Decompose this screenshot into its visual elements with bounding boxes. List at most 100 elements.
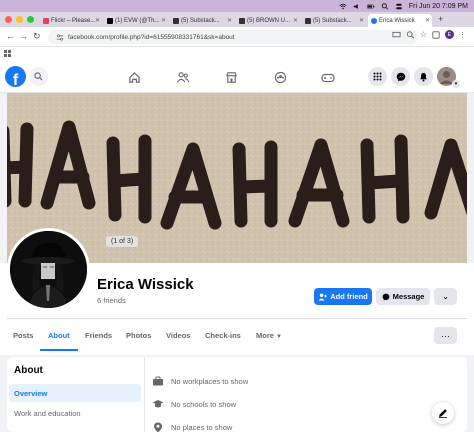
search-spotlight-icon[interactable] [381,2,389,10]
profile-picture[interactable] [7,228,90,311]
browser-tab[interactable]: (1) EVW (@Th... ✕ [104,14,168,27]
x-icon [107,17,113,24]
about-sidebar: About Overview Work and education [7,357,145,432]
close-tab-icon[interactable]: ✕ [161,17,166,24]
flickr-icon [43,17,49,24]
zoom-icon[interactable] [406,30,415,39]
back-arrow-icon[interactable]: ← [6,31,15,41]
close-tab-icon[interactable]: ✕ [293,17,298,24]
friends-count-link[interactable]: 6 friends [97,296,126,305]
marketplace-nav-icon[interactable] [223,69,239,85]
substack-icon [305,17,311,24]
tab-friends[interactable]: Friends [85,331,112,340]
profile-name: Erica Wissick [97,276,194,293]
url-text[interactable]: facebook.com/profile.php?id=615559083317… [68,34,235,41]
facebook-header: f ▾ [0,61,474,93]
edit-pencil-icon [439,409,447,418]
home-nav-icon[interactable] [126,69,142,85]
browser-tab-active[interactable]: Erica Wissick ✕ [368,14,432,27]
browser-tab-strip: Flickr – Please... ✕ (1) EVW (@Th... ✕ (5)… [0,12,474,27]
account-menu-chevron-icon[interactable]: ▾ [452,80,460,88]
groups-nav-icon[interactable] [272,69,288,85]
notifications-button[interactable] [414,67,433,86]
browser-tab[interactable]: Flickr – Please... ✕ [40,14,102,27]
profile-options-button[interactable]: ⌄ [434,288,457,305]
apps-grid-icon[interactable] [4,50,11,57]
header-divider [7,318,467,319]
address-bar[interactable]: facebook.com/profile.php?id=615559083317… [48,30,418,44]
browser-profile-avatar[interactable]: E [445,30,454,39]
tab-title: (1) EVW (@Th... [115,17,160,24]
tab-photos[interactable]: Photos [126,331,151,340]
wifi-icon[interactable] [339,3,347,10]
places-text: No places to show [171,422,233,432]
bell-icon [420,72,427,81]
tab-title: (5) Substack... [313,17,352,24]
tab-more-label: More [256,331,274,340]
about-row-places: No places to show [152,422,232,432]
extensions-icon[interactable] [432,30,440,39]
facebook-logo-icon[interactable]: f [5,66,26,87]
messenger-icon [382,293,390,301]
graduation-cap-icon [152,399,164,409]
bookmark-star-icon[interactable]: ☆ [420,30,427,39]
browser-tab[interactable]: (5) Substack... ✕ [170,14,234,27]
menu-bar-status-area: Fri Jun 20 7:09 PM [339,0,468,12]
tab-title: (5) Substack... [181,17,220,24]
substack-icon [173,17,179,24]
tab-videos[interactable]: Videos [166,331,190,340]
new-tab-button[interactable]: + [438,14,443,24]
browser-tab[interactable]: (5) Substack... ✕ [302,14,366,27]
browser-menu-icon[interactable]: ⋮ [459,31,466,39]
about-row-workplaces: No workplaces to show [152,376,248,386]
tab-title: (5) BROWN U... [247,17,290,24]
gaming-nav-icon[interactable] [320,69,336,85]
browser-tab[interactable]: (5) BROWN U... ✕ [236,14,300,27]
close-tab-icon[interactable]: ✕ [359,17,364,24]
maximize-window-button[interactable] [27,16,34,23]
site-settings-icon[interactable] [56,34,64,41]
forward-arrow-icon[interactable]: → [19,31,28,41]
facebook-logo-letter: f [12,72,19,88]
messenger-icon [396,72,405,81]
search-button[interactable] [29,67,48,86]
cast-icon[interactable] [392,31,401,39]
close-tab-icon[interactable]: ✕ [227,17,232,24]
briefcase-icon [152,376,164,386]
reload-icon[interactable]: ↻ [33,31,41,42]
browser-toolbar: ← → ↻ facebook.com/profile.php?id=615559… [0,27,474,47]
tab-about[interactable]: About [48,331,70,340]
toolbar-actions: ☆ E ⋮ [392,30,466,39]
menu-button[interactable] [368,67,387,86]
friends-nav-icon[interactable] [175,69,191,85]
tab-check-ins[interactable]: Check-ins [205,331,241,340]
compose-button[interactable] [432,402,454,424]
message-label: Message [392,292,425,301]
tab-title: Erica Wissick [379,17,415,24]
about-row-schools: No schools to show [152,399,236,409]
menu-bar-clock[interactable]: Fri Jun 20 7:09 PM [409,3,468,10]
search-icon [34,72,43,81]
battery-icon[interactable] [366,3,375,10]
minimize-window-button[interactable] [16,16,23,23]
tab-posts[interactable]: Posts [13,331,33,340]
close-window-button[interactable] [5,16,12,23]
photo-counter: (1 of 3) [106,236,139,247]
add-person-icon [318,292,328,301]
schools-text: No schools to show [171,399,237,409]
close-tab-icon[interactable]: ✕ [95,17,100,24]
about-nav-work-and-education[interactable]: Work and education [14,409,81,418]
about-nav-overview[interactable]: Overview [9,384,141,402]
more-horizontal-icon: ··· [441,330,450,341]
close-tab-icon[interactable]: ✕ [425,17,430,24]
tab-overflow-menu-button[interactable]: ··· [434,327,457,344]
add-friend-button[interactable]: Add friend [314,288,372,305]
message-button[interactable]: Message [376,288,430,305]
add-friend-label: Add friend [330,292,368,301]
volume-icon[interactable] [353,3,361,10]
tab-more[interactable]: More ▼ [256,331,282,340]
messenger-button[interactable] [391,67,410,86]
active-tab-indicator [40,349,78,351]
control-center-icon[interactable] [395,3,403,10]
tab-title: Flickr – Please... [51,17,96,24]
